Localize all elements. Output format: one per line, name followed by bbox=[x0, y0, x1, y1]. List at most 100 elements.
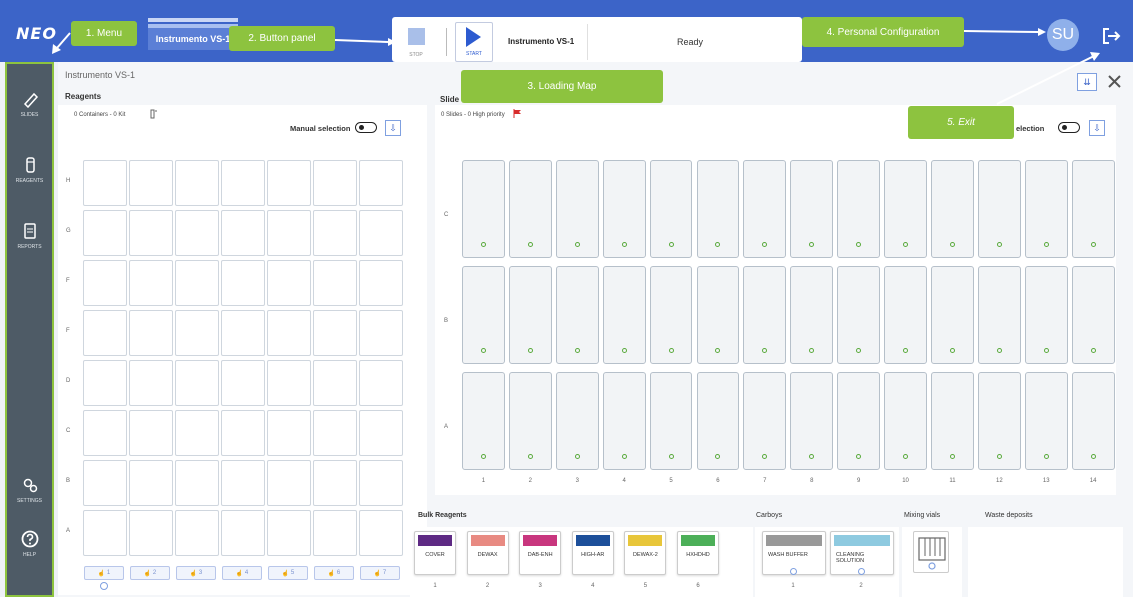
reagent-slot[interactable] bbox=[175, 310, 219, 356]
reagent-slot[interactable] bbox=[83, 410, 127, 456]
instrument-tab[interactable]: Instrumento VS-1 bbox=[148, 24, 238, 50]
bulk-reagent-button[interactable]: COVER bbox=[414, 531, 456, 575]
reagent-slot[interactable] bbox=[313, 210, 357, 256]
mixing-vials-button[interactable] bbox=[913, 531, 949, 573]
reagent-slot[interactable] bbox=[129, 360, 173, 406]
sidebar-item-help[interactable]: HELP bbox=[7, 530, 52, 558]
reagent-slot[interactable] bbox=[83, 510, 127, 556]
reagent-slot[interactable] bbox=[359, 210, 403, 256]
row-label: B bbox=[444, 318, 449, 324]
reagent-name: DAB-ENH bbox=[527, 552, 553, 558]
reagent-slot[interactable] bbox=[359, 510, 403, 556]
reagent-slot[interactable] bbox=[221, 460, 265, 506]
sidebar-item-settings[interactable]: SETTINGS bbox=[7, 476, 52, 504]
reagent-slot[interactable] bbox=[359, 360, 403, 406]
reagent-slot[interactable] bbox=[83, 160, 127, 206]
reagent-slot[interactable] bbox=[267, 310, 311, 356]
exit-icon[interactable] bbox=[1100, 25, 1122, 47]
reagent-slot[interactable] bbox=[129, 510, 173, 556]
kit-icon bbox=[150, 109, 157, 119]
reagent-slot[interactable] bbox=[129, 410, 173, 456]
reagent-slot[interactable] bbox=[175, 210, 219, 256]
row-label: B bbox=[66, 478, 71, 484]
reagent-slot[interactable] bbox=[129, 260, 173, 306]
reagents-summary: 0 Containers - 0 Kit bbox=[74, 112, 126, 118]
reagent-slot[interactable] bbox=[175, 460, 219, 506]
reagent-slot[interactable] bbox=[175, 360, 219, 406]
slide-download-button[interactable]: ⇩ bbox=[1089, 120, 1105, 136]
reagent-slot[interactable] bbox=[359, 160, 403, 206]
reagent-slot[interactable] bbox=[221, 260, 265, 306]
reagent-slot[interactable] bbox=[129, 310, 173, 356]
bulk-reagent-button[interactable]: DEWAX bbox=[466, 531, 509, 575]
reagent-column-button[interactable]: ☝ 3 bbox=[176, 566, 216, 580]
download-button[interactable]: ⇩ bbox=[385, 120, 401, 136]
sidebar-item-slides[interactable]: SLIDES bbox=[7, 90, 52, 118]
reagent-slot[interactable] bbox=[83, 360, 127, 406]
reagent-slot[interactable] bbox=[313, 160, 357, 206]
reagent-slot[interactable] bbox=[83, 210, 127, 256]
reagent-slot[interactable] bbox=[267, 260, 311, 306]
row-label: D bbox=[66, 378, 71, 384]
slot-status-dot bbox=[1043, 348, 1049, 353]
reagent-slot[interactable] bbox=[129, 160, 173, 206]
reagent-slot[interactable] bbox=[175, 510, 219, 556]
reagent-column-button[interactable]: ☝ 1 bbox=[84, 566, 124, 580]
reagent-slot[interactable] bbox=[221, 310, 265, 356]
sidebar: SLIDES REAGENTS REPORTS SETTINGS HELP bbox=[5, 62, 54, 597]
bulk-reagent-button[interactable]: DEWAX-2 bbox=[624, 531, 667, 575]
bulk-reagent-button[interactable]: HIGH-AR bbox=[571, 531, 614, 575]
bulk-reagent-button[interactable]: DAB-ENH bbox=[519, 531, 562, 575]
reagent-slot[interactable] bbox=[83, 310, 127, 356]
reagent-slot[interactable] bbox=[313, 410, 357, 456]
reagent-column-button[interactable]: ☝ 4 bbox=[222, 566, 262, 580]
reagent-slot[interactable] bbox=[129, 210, 173, 256]
reagent-slot[interactable] bbox=[221, 410, 265, 456]
reagent-column-button[interactable]: ☝ 5 bbox=[268, 566, 308, 580]
reagent-slot[interactable] bbox=[359, 260, 403, 306]
slot-status-dot bbox=[574, 242, 580, 247]
reagent-column-button[interactable]: ☝ 2 bbox=[130, 566, 170, 580]
reagent-slot[interactable] bbox=[267, 210, 311, 256]
reagent-slot[interactable] bbox=[267, 160, 311, 206]
reagent-column-button[interactable]: ☝ 6 bbox=[314, 566, 354, 580]
manual-selection-toggle[interactable] bbox=[355, 122, 377, 133]
reagent-slot[interactable] bbox=[267, 510, 311, 556]
reagent-slot[interactable] bbox=[313, 360, 357, 406]
reagent-slot[interactable] bbox=[359, 310, 403, 356]
reagent-name: DEWAX bbox=[477, 552, 498, 558]
slot-status-dot bbox=[996, 242, 1002, 247]
reagent-slot[interactable] bbox=[175, 160, 219, 206]
reagent-slot[interactable] bbox=[221, 510, 265, 556]
reagent-slot[interactable] bbox=[359, 460, 403, 506]
reagent-slot[interactable] bbox=[313, 460, 357, 506]
reagent-slot[interactable] bbox=[175, 260, 219, 306]
column-number: 13 bbox=[1042, 478, 1050, 484]
sidebar-item-reports[interactable]: REPORTS bbox=[7, 222, 52, 250]
reagent-slot[interactable] bbox=[267, 360, 311, 406]
sidebar-item-label: SETTINGS bbox=[16, 498, 42, 504]
reagent-slot[interactable] bbox=[175, 410, 219, 456]
slide-selection-toggle[interactable] bbox=[1058, 122, 1080, 133]
column-number: 3 bbox=[198, 570, 203, 576]
reagent-slot[interactable] bbox=[359, 410, 403, 456]
reagent-slot[interactable] bbox=[313, 310, 357, 356]
slot-status-dot bbox=[668, 242, 674, 247]
reagent-slot[interactable] bbox=[83, 260, 127, 306]
bulk-reagent-button[interactable]: HXHDHD bbox=[677, 531, 719, 575]
reagent-slot[interactable] bbox=[267, 410, 311, 456]
slot-status-dot bbox=[480, 454, 486, 459]
reagent-slot[interactable] bbox=[267, 460, 311, 506]
reagent-slot[interactable] bbox=[221, 360, 265, 406]
sidebar-item-reagents[interactable]: REAGENTS bbox=[7, 156, 52, 184]
collapse-all-button[interactable]: ⇊ bbox=[1077, 73, 1097, 91]
reagent-slot[interactable] bbox=[221, 160, 265, 206]
reagent-slot[interactable] bbox=[313, 260, 357, 306]
avatar[interactable]: SU bbox=[1047, 19, 1079, 51]
tools-icon[interactable] bbox=[1106, 73, 1123, 90]
reagent-slot[interactable] bbox=[129, 460, 173, 506]
reagent-slot[interactable] bbox=[221, 210, 265, 256]
reagent-column-button[interactable]: ☝ 7 bbox=[360, 566, 400, 580]
reagent-slot[interactable] bbox=[313, 510, 357, 556]
reagent-slot[interactable] bbox=[83, 460, 127, 506]
